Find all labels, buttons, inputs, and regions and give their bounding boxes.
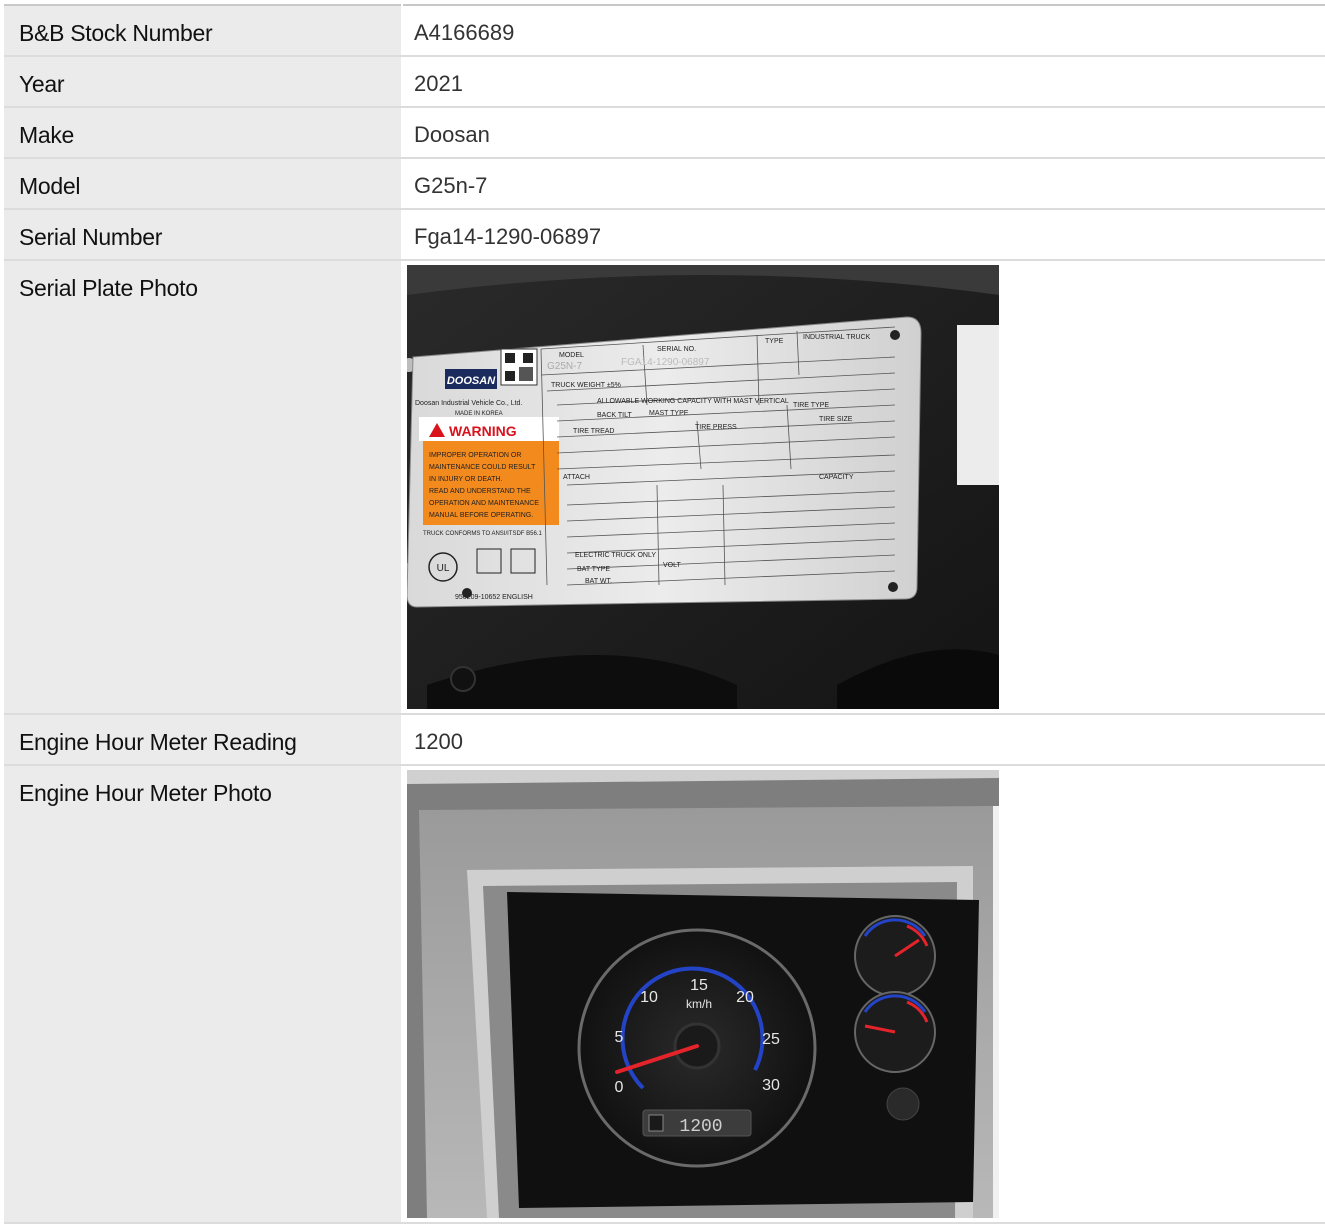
plate-truck-weight: TRUCK WEIGHT ±5% [551,382,621,389]
row-label: Serial Plate Photo [4,260,403,715]
plate-mast-type: MAST TYPE [649,410,689,417]
plate-warning-line: OPERATION AND MAINTENANCE [429,500,539,507]
plate-part-no: 950209-10652 ENGLISH [455,594,533,601]
table-row: Model G25n-7 [4,158,1325,210]
serial-plate-photo-label: Serial Plate Photo [19,275,198,301]
speed-tick: 15 [690,977,708,994]
year-label: Year [19,71,65,97]
year-value: 2021 [414,71,463,96]
plate-serial-label: SERIAL NO. [657,346,696,353]
serial-plate-photo[interactable]: DOOSAN Doosan Industrial Vehicle Co., Lt… [407,265,999,709]
speed-tick: 10 [640,989,658,1006]
speed-tick: 30 [762,1077,780,1094]
plate-warning-line: READ AND UNDERSTAND THE [429,488,531,495]
plate-back-tilt: BACK TILT [597,412,632,419]
make-value: Doosan [414,122,490,147]
table-row: Engine Hour Meter Reading 1200 [4,714,1325,766]
hour-meter-reading-value: 1200 [414,729,463,754]
plate-tire-type: TIRE TYPE [793,402,829,409]
row-value: Fga14-1290-06897 [402,209,1325,261]
plate-warning-line: MAINTENANCE COULD RESULT [429,464,536,471]
plate-tire-press: TIRE PRESS [695,424,737,431]
speed-unit: km/h [686,997,712,1011]
plate-type-label: TYPE [765,338,784,345]
plate-made-in: MADE IN KOREA [455,411,503,417]
hour-meter-photo-label: Engine Hour Meter Photo [19,780,272,806]
plate-capacity-title: ALLOWABLE WORKING CAPACITY WITH MAST VER… [597,398,789,405]
spec-table: B&B Stock Number A4166689 Year 2021 Make… [4,4,1325,1224]
plate-bat-type: BAT TYPE [577,566,610,573]
plate-bat-wt: BAT WT. [585,578,612,585]
plate-warning-line: IN INJURY OR DEATH. [429,476,503,483]
row-value: 1200 [402,714,1325,766]
speed-tick: 20 [736,989,754,1006]
serial-number-label: Serial Number [19,224,163,250]
row-label: Make [4,107,403,159]
plate-electric: ELECTRIC TRUCK ONLY [575,552,656,559]
row-label: B&B Stock Number [4,5,403,57]
plate-attach: ATTACH [563,474,590,481]
hour-meter-reading-label: Engine Hour Meter Reading [19,729,297,755]
row-label: Year [4,56,403,108]
plate-warning-line: IMPROPER OPERATION OR [429,452,521,459]
serial-number-value: Fga14-1290-06897 [414,224,602,249]
plate-tire-size: TIRE SIZE [819,416,853,423]
ul-mark: UL [437,563,450,574]
plate-conforms: TRUCK CONFORMS TO ANSI/ITSDF B56.1 [423,531,542,537]
plate-model-label: MODEL [559,352,584,359]
table-row: Serial Plate Photo DOOSAN Doosan Industr… [4,260,1325,715]
speed-tick: 25 [762,1031,780,1048]
plate-model-value: G25N-7 [547,361,582,372]
plate-warning-line: MANUAL BEFORE OPERATING. [429,512,533,519]
table-row: Engine Hour Meter Photo 0 5 10 15 20 25 … [4,765,1325,1224]
row-value: Doosan [402,107,1325,159]
row-value: 0 5 10 15 20 25 30 km/h 1200 [402,765,1325,1224]
table-row: Make Doosan [4,107,1325,159]
plate-brand: DOOSAN [447,375,496,387]
speed-tick: 0 [615,1079,624,1096]
row-label: Serial Number [4,209,403,261]
plate-industrial-truck: INDUSTRIAL TRUCK [803,334,871,341]
stock-number-value: A4166689 [414,20,515,45]
plate-warning-title: WARNING [449,423,517,439]
plate-maker: Doosan Industrial Vehicle Co., Ltd. [415,400,522,407]
speed-tick: 5 [615,1029,624,1046]
row-label: Engine Hour Meter Photo [4,765,403,1224]
table-row: Serial Number Fga14-1290-06897 [4,209,1325,261]
row-label: Engine Hour Meter Reading [4,714,403,766]
row-value: 2021 [402,56,1325,108]
table-row: Year 2021 [4,56,1325,108]
plate-tire-tread: TIRE TREAD [573,428,615,435]
row-value: DOOSAN Doosan Industrial Vehicle Co., Lt… [402,260,1325,715]
plate-capacity: CAPACITY [819,474,854,481]
stock-number-label: B&B Stock Number [19,20,213,46]
row-value: G25n-7 [402,158,1325,210]
make-label: Make [19,122,75,148]
model-value: G25n-7 [414,173,488,198]
row-label: Model [4,158,403,210]
lcd-reading: 1200 [679,1117,722,1137]
row-value: A4166689 [402,5,1325,57]
hour-meter-photo[interactable]: 0 5 10 15 20 25 30 km/h 1200 [407,770,999,1218]
table-row: B&B Stock Number A4166689 [4,5,1325,57]
plate-serial-value: FGA14-1290-06897 [621,357,710,368]
model-label: Model [19,173,81,199]
plate-volt: VOLT [663,562,681,569]
